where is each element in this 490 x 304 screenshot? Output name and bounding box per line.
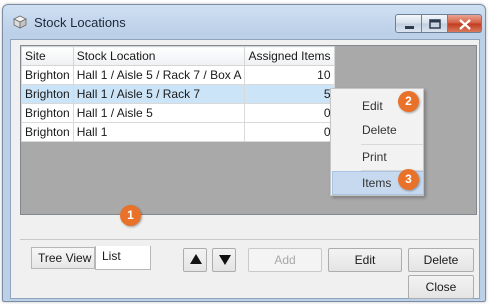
table-row-selected[interactable]: Brighton Hall 1 / Aisle 5 / Rack 7 5	[21, 84, 335, 104]
tab-tree-view[interactable]: Tree View	[31, 247, 95, 269]
close-window-button[interactable]	[448, 14, 482, 33]
cell-site: Brighton	[21, 65, 74, 85]
callout-badge-2: 2	[398, 91, 419, 112]
cell-assigned-items: 0	[244, 103, 335, 123]
cell-assigned-items: 10	[244, 65, 335, 85]
minimize-icon	[405, 26, 414, 29]
window-title: Stock Locations	[34, 15, 126, 30]
cell-location: Hall 1 / Aisle 5	[72, 103, 246, 123]
delete-button[interactable]: Delete	[408, 248, 474, 272]
move-down-button[interactable]	[212, 248, 236, 272]
minimize-button[interactable]	[395, 14, 422, 33]
edit-button[interactable]: Edit	[328, 248, 402, 272]
cell-location: Hall 1	[72, 122, 246, 142]
callout-badge-3: 3	[398, 169, 419, 190]
add-button[interactable]: Add	[248, 248, 322, 272]
tab-list[interactable]: List	[95, 246, 151, 270]
down-arrow-icon	[219, 255, 231, 265]
close-button[interactable]: Close	[408, 275, 474, 299]
table-row[interactable]: Brighton Hall 1 / Aisle 5 0	[21, 103, 335, 123]
callout-badge-1: 1	[120, 205, 141, 226]
column-header-stock-location[interactable]: Stock Location	[72, 46, 246, 66]
move-up-button[interactable]	[183, 248, 207, 272]
cell-location: Hall 1 / Aisle 5 / Rack 7 / Box A	[72, 65, 246, 85]
up-arrow-icon	[190, 254, 202, 264]
column-header-site[interactable]: Site	[21, 46, 74, 66]
cell-site: Brighton	[21, 122, 74, 142]
maximize-icon	[429, 19, 441, 29]
box-icon	[13, 15, 27, 29]
menu-item-print[interactable]: Print	[332, 145, 424, 169]
table-row[interactable]: Brighton Hall 1 / Aisle 5 / Rack 7 / Box…	[21, 65, 335, 85]
divider	[20, 239, 478, 240]
locations-table: Site Stock Location Assigned Items Brigh…	[21, 46, 335, 142]
menu-item-delete[interactable]: Delete	[332, 118, 424, 142]
cell-assigned-items: 0	[244, 122, 335, 142]
cell-location: Hall 1 / Aisle 5 / Rack 7	[72, 84, 246, 104]
cell-site: Brighton	[21, 103, 74, 123]
column-header-assigned-items[interactable]: Assigned Items	[244, 46, 335, 66]
maximize-button[interactable]	[422, 14, 448, 33]
cell-site: Brighton	[21, 84, 74, 104]
header-row: Site Stock Location Assigned Items	[21, 46, 335, 66]
title-bar[interactable]: Stock Locations	[3, 5, 485, 35]
cell-assigned-items: 5	[244, 84, 335, 104]
table-row[interactable]: Brighton Hall 1 0	[21, 122, 335, 142]
close-icon	[459, 19, 471, 30]
